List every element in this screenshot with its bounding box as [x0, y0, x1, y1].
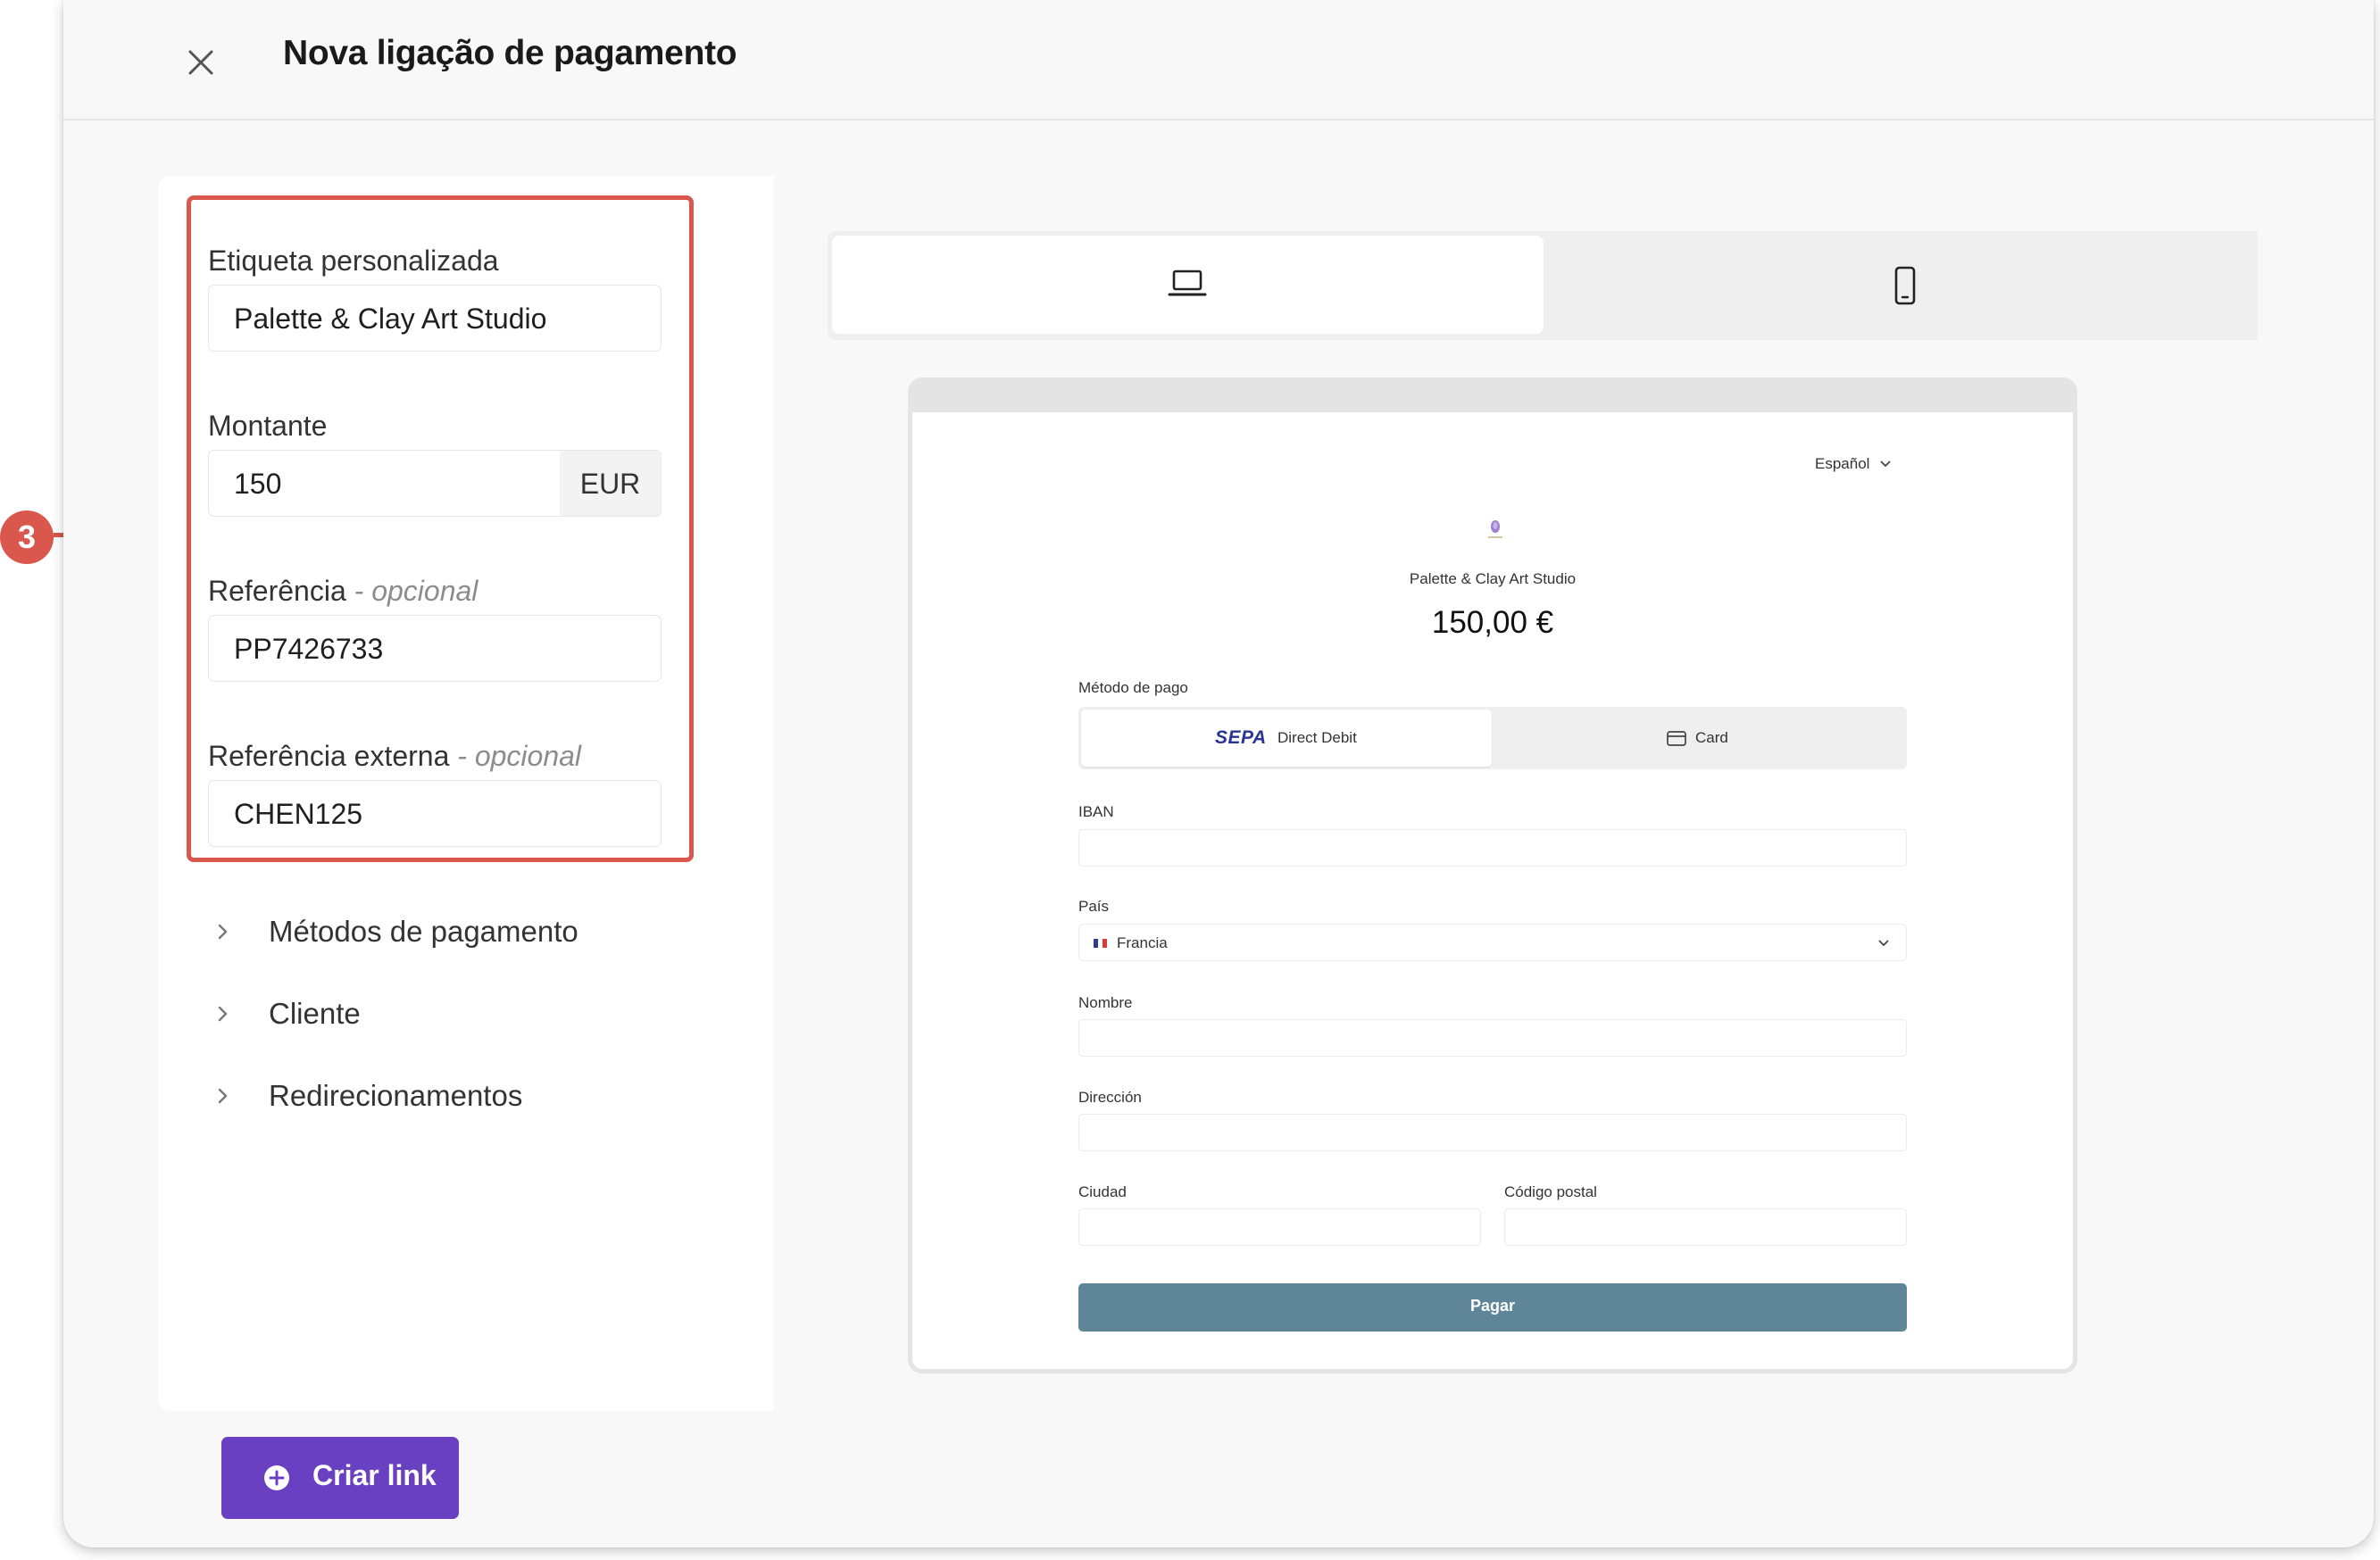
external-reference-input[interactable]: CHEN125	[208, 780, 662, 847]
close-button[interactable]	[176, 37, 226, 87]
reference-label-text: Referência	[208, 575, 346, 607]
address-label: Dirección	[1078, 1089, 1142, 1106]
address-input[interactable]	[1078, 1114, 1907, 1151]
section-label: Cliente	[269, 997, 361, 1030]
laptop-icon	[1168, 270, 1207, 296]
external-reference-value: CHEN125	[234, 798, 363, 830]
create-link-button[interactable]: Criar link	[221, 1437, 459, 1519]
language-label: Español	[1815, 455, 1870, 472]
chevron-down-icon	[1878, 940, 1889, 947]
country-select[interactable]: Francia	[1078, 924, 1907, 961]
pay-button-label: Pagar	[1469, 1297, 1516, 1315]
amount-input[interactable]: 150	[208, 450, 561, 517]
settings-panel: Etiqueta personalizada Palette & Clay Ar…	[158, 176, 774, 1411]
mobile-icon	[1894, 266, 1916, 305]
reference-optional-text: - opcional	[354, 575, 478, 607]
city-label: Ciudad	[1078, 1183, 1127, 1200]
card-tab[interactable]: Card	[1494, 709, 1904, 767]
payment-link-modal: Nova ligação de pagamento Etiqueta perso…	[63, 0, 2374, 1548]
checkout-preview: Español Palette & Clay Art Studio 150,00…	[908, 378, 2077, 1373]
name-label: Nombre	[1078, 994, 1133, 1011]
plus-circle-icon	[264, 1465, 289, 1490]
content-card: Etiqueta personalizada Palette & Clay Ar…	[158, 176, 2258, 1411]
chevron-right-icon	[218, 1088, 228, 1104]
iban-input[interactable]	[1078, 829, 1907, 867]
postal-code-label: Código postal	[1504, 1183, 1597, 1200]
currency-label: EUR	[579, 468, 641, 500]
city-input[interactable]	[1078, 1208, 1481, 1246]
postal-code-input[interactable]	[1504, 1208, 1907, 1246]
amount-label: Montante	[208, 410, 328, 442]
external-reference-label: Referência externa - opcional	[208, 740, 581, 773]
preview-panel: Español Palette & Clay Art Studio 150,00…	[774, 176, 2258, 1411]
custom-label-input[interactable]: Palette & Clay Art Studio	[208, 285, 662, 352]
credit-card-icon	[1667, 731, 1686, 746]
mobile-view-button[interactable]	[1549, 236, 2258, 334]
merchant-logo	[1482, 516, 1509, 546]
country-label: País	[1078, 898, 1110, 915]
section-customer[interactable]: Cliente	[212, 990, 694, 1040]
custom-label-label: Etiqueta personalizada	[208, 245, 499, 277]
section-redirects[interactable]: Redirecionamentos	[212, 1072, 694, 1122]
sepa-label: Direct Debit	[1277, 729, 1357, 746]
external-reference-optional-text: - opcional	[457, 740, 582, 772]
chevron-right-icon	[218, 1006, 228, 1022]
card-label: Card	[1695, 729, 1728, 746]
section-label: Métodos de pagamento	[269, 915, 578, 948]
device-toggle	[828, 231, 2258, 340]
preview-top-bar	[912, 382, 2073, 412]
reference-label: Referência - opcional	[208, 575, 478, 608]
desktop-view-button[interactable]	[832, 236, 1544, 334]
name-input[interactable]	[1078, 1019, 1907, 1057]
reference-value: PP7426733	[234, 633, 384, 665]
pay-button[interactable]: Pagar	[1078, 1283, 1907, 1332]
currency-addon: EUR	[560, 450, 662, 517]
highlight-box: Etiqueta personalizada Palette & Clay Ar…	[187, 195, 694, 862]
external-reference-label-text: Referência externa	[208, 740, 450, 772]
section-payment-methods[interactable]: Métodos de pagamento	[212, 908, 694, 958]
modal-header: Nova ligação de pagamento	[63, 0, 2374, 120]
payment-method-tabs: SEPA Direct Debit Card	[1078, 707, 1907, 769]
france-flag-icon	[1094, 939, 1107, 948]
payment-method-label: Método de pago	[1078, 679, 1188, 696]
sepa-logo: SEPA	[1215, 727, 1267, 748]
section-label: Redirecionamentos	[269, 1079, 523, 1112]
preview-amount: 150,00 €	[1431, 605, 1554, 640]
close-icon	[188, 50, 213, 75]
amount-value: 150	[234, 468, 282, 500]
chevron-down-icon	[1880, 461, 1891, 468]
page-title: Nova ligação de pagamento	[283, 34, 737, 72]
reference-input[interactable]: PP7426733	[208, 615, 662, 682]
create-link-label: Criar link	[312, 1459, 437, 1491]
language-selector[interactable]: Español	[1815, 455, 1892, 473]
custom-label-value: Palette & Clay Art Studio	[234, 303, 547, 335]
iban-label: IBAN	[1078, 803, 1114, 820]
country-value: Francia	[1117, 934, 1168, 951]
merchant-name: Palette & Clay Art Studio	[1409, 570, 1577, 587]
step-badge: 3	[0, 510, 54, 564]
sepa-tab[interactable]: SEPA Direct Debit	[1081, 709, 1492, 767]
chevron-right-icon	[218, 924, 228, 940]
